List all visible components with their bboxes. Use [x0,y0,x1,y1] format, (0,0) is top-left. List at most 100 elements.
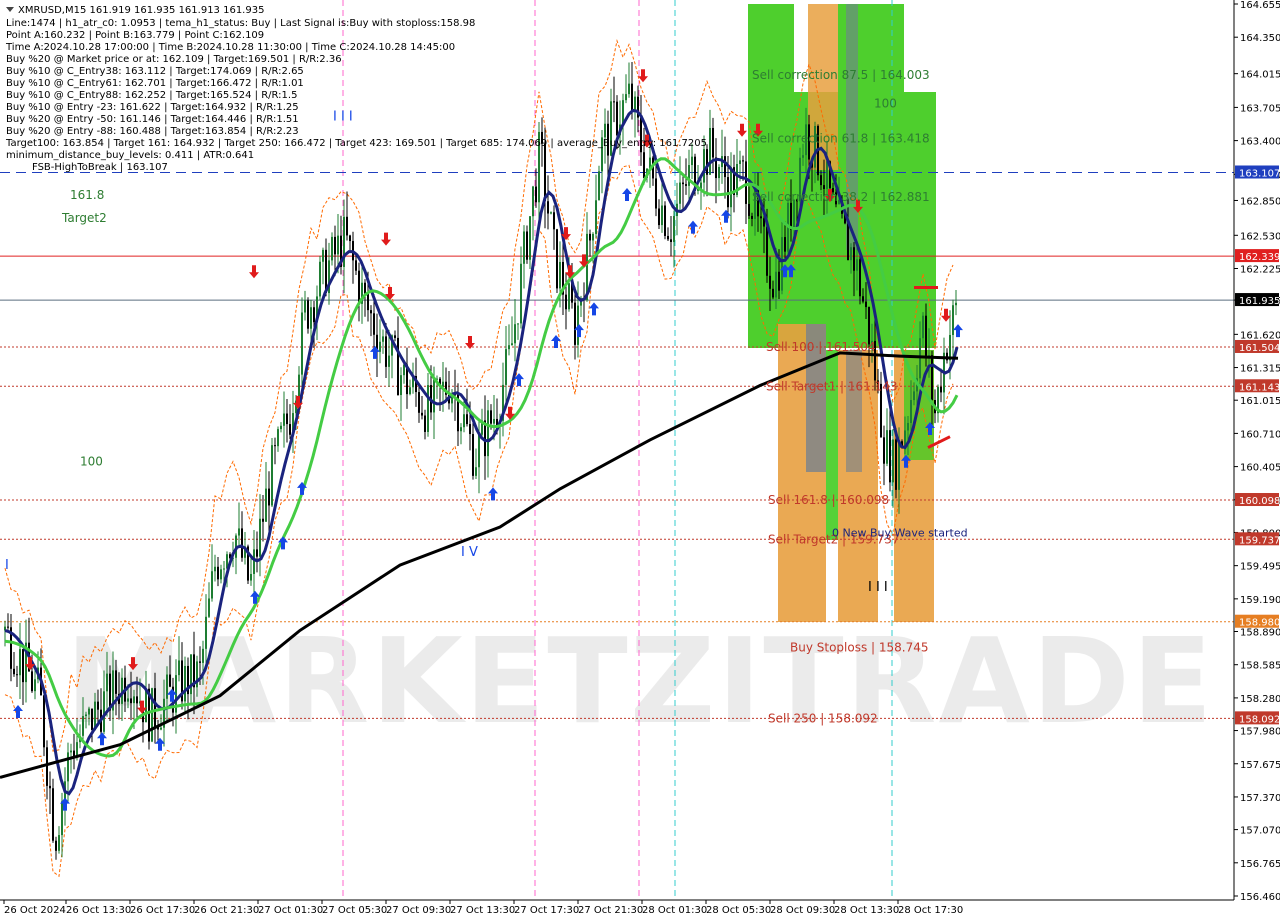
info-line: Point A:160.232 | Point B:163.779 | Poin… [6,30,264,41]
candle-body [661,205,663,226]
price-axis: 164.655164.350164.015163.705163.400163.0… [1233,0,1280,920]
price-tag-label: 160.098 [1239,496,1280,507]
candle-body [58,835,60,851]
zone-100-label: 100 [874,97,897,111]
candle-body [910,400,912,423]
candle-body [202,648,204,663]
roman-mark: I [5,558,9,573]
info-line: Buy %10 @ C_Entry38: 163.112 | Target:17… [6,66,304,77]
candle-body [778,271,780,291]
candle-body [487,410,489,457]
candle-body [856,259,858,271]
candle-body [409,387,411,395]
candle-body [517,323,519,325]
candle-body [310,307,312,329]
candle-body [748,203,750,216]
price-tick-label: 163.705 [1240,103,1280,114]
candle-body [301,312,303,375]
candle-body [556,229,558,289]
candle-body [223,568,225,570]
candle-body [313,307,315,323]
candle-body [238,528,240,536]
candle-body [379,341,381,352]
candle-body [358,270,360,304]
price-tick-label: 157.370 [1240,793,1280,804]
candle-body [868,307,870,345]
price-tick-label: 162.225 [1240,264,1280,275]
candle-body [760,216,762,219]
candle-body [67,752,69,782]
candle-body [625,94,627,101]
time-tick-label: 28 Oct 17:30 [898,905,963,916]
info-line: Buy %10 @ Entry -23: 161.622 | Target:16… [6,102,299,113]
candle-body [166,674,168,699]
candle-body [526,231,528,260]
candle-body [199,661,201,663]
candle-body [334,236,336,255]
candle-body [751,215,753,219]
price-tag-label: 162.339 [1239,252,1280,263]
candle-body [367,293,369,311]
candle-body [253,549,255,574]
candle-body [205,616,207,649]
candle-body [52,788,54,841]
zone-label: Sell 100 | 161.504 [766,340,876,354]
fsb-label: FSB-HighToBreak | 163.107 [32,162,168,173]
candle-body [712,127,714,158]
price-tick-label: 158.890 [1240,628,1280,639]
info-line: Buy %10 @ C_Entry88: 162.252 | Target:16… [6,90,297,101]
zone-band [904,92,936,348]
candle-body [184,665,186,702]
candle-body [283,413,285,426]
price-tick-label: 160.710 [1240,429,1280,440]
candle-body [775,271,777,298]
price-tag-label: 158.092 [1239,714,1280,725]
candle-body [508,345,510,350]
candle-body [598,171,600,201]
candle-body [421,412,423,416]
price-tag-label: 161.504 [1239,343,1280,354]
candle-body [307,300,309,329]
candle-body [547,201,549,214]
candle-body [250,573,252,581]
info-line: Buy %20 @ Entry -88: 160.488 | Target:16… [6,126,299,137]
candle-body [730,167,732,208]
candle-body [616,101,618,136]
candle-body [826,161,828,189]
candle-body [631,83,633,113]
candle-body [82,716,84,736]
candle-body [61,801,63,836]
candle-body [322,249,324,262]
candle-body [505,349,507,385]
price-tag-label: 161.143 [1239,382,1280,393]
candle-body [259,518,261,557]
candle-body [931,355,933,400]
chart-root: MARKETZITRADE Sell correction 87.5 | 164… [0,0,1280,920]
candle-body [781,237,783,291]
price-tick-label: 157.070 [1240,826,1280,837]
price-chart[interactable]: MARKETZITRADE Sell correction 87.5 | 164… [0,0,1280,920]
candle-body [691,156,693,166]
zone-label: Sell 161.8 | 160.098 [768,493,889,507]
candle-body [466,414,468,425]
candle-body [913,391,915,401]
candle-body [463,414,465,428]
candle-body [277,429,279,447]
candle-body [742,160,744,162]
candle-body [394,335,396,338]
candle-body [400,375,402,396]
candle-body [703,149,705,183]
candle-body [304,300,306,313]
price-tick-label: 161.015 [1240,396,1280,407]
zone-band [846,350,862,472]
candle-body [13,668,15,675]
candle-body [907,422,909,431]
candle-body [208,598,210,617]
candle-body [523,231,525,264]
candle-body [658,208,660,226]
candle-body [241,528,243,558]
candle-body [289,424,291,435]
info-line: Line:1474 | h1_atr_c0: 1.0953 | tema_h1_… [6,18,475,29]
candle-body [475,467,477,476]
candle-body [613,101,615,103]
